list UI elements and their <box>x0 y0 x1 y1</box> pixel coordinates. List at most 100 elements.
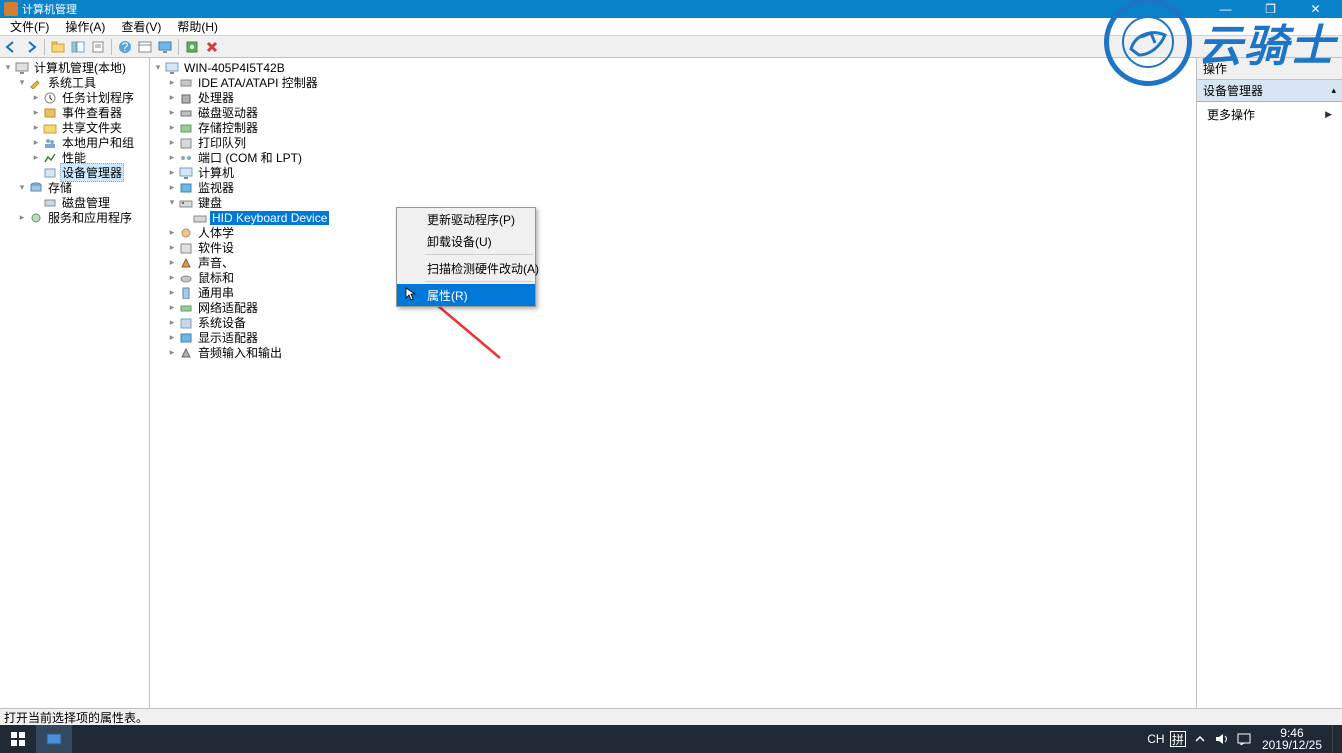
actions-more[interactable]: 更多操作 ▶ <box>1197 102 1342 127</box>
device-category[interactable]: ▸磁盘驱动器 <box>166 105 1194 120</box>
device-category[interactable]: ▸端口 (COM 和 LPT) <box>166 150 1194 165</box>
maximize-button[interactable]: ❐ <box>1248 0 1293 18</box>
expand-icon[interactable]: ▸ <box>30 152 42 163</box>
ctx-scan-hardware[interactable]: 扫描检测硬件改动(A) <box>397 257 535 279</box>
ctx-update-driver[interactable]: 更新驱动程序(P) <box>397 208 535 230</box>
device-category[interactable]: ▸监视器 <box>166 180 1194 195</box>
tray-clock[interactable]: 9:46 2019/12/25 <box>1258 727 1326 751</box>
expand-icon[interactable]: ▸ <box>166 182 178 193</box>
expand-icon[interactable]: ▸ <box>166 272 178 283</box>
actions-group-device-manager[interactable]: 设备管理器 ▴ <box>1197 80 1342 102</box>
expand-icon[interactable]: ▸ <box>30 137 42 148</box>
expand-icon[interactable]: ▸ <box>166 317 178 328</box>
expand-icon[interactable]: ▸ <box>166 347 178 358</box>
expand-icon[interactable]: ▸ <box>166 122 178 133</box>
help-button[interactable]: ? <box>116 38 134 56</box>
computer-icon <box>164 61 180 75</box>
collapse-icon[interactable]: ▾ <box>152 62 164 73</box>
expand-icon[interactable]: ▸ <box>16 212 28 223</box>
expand-icon[interactable]: ▸ <box>30 92 42 103</box>
expand-icon[interactable]: ▸ <box>166 77 178 88</box>
expand-icon[interactable]: ▸ <box>30 122 42 133</box>
tree-disk-management[interactable]: ▸磁盘管理 <box>30 195 147 210</box>
device-icon <box>178 76 194 90</box>
collapse-icon[interactable]: ▴ <box>1331 85 1336 96</box>
tree-local-users[interactable]: ▸本地用户和组 <box>30 135 147 150</box>
toolbar: ? <box>0 36 1342 58</box>
menu-view[interactable]: 查看(V) <box>113 16 169 37</box>
expand-icon[interactable]: ▸ <box>30 107 42 118</box>
collapse-icon[interactable]: ▾ <box>16 77 28 88</box>
refresh-button[interactable] <box>136 38 154 56</box>
menu-action[interactable]: 操作(A) <box>57 16 113 37</box>
menu-help[interactable]: 帮助(H) <box>169 16 226 37</box>
expand-icon[interactable]: ▸ <box>166 107 178 118</box>
forward-button[interactable] <box>22 38 40 56</box>
device-category[interactable]: ▸计算机 <box>166 165 1194 180</box>
device-category[interactable]: ▸通用串 <box>166 285 1194 300</box>
device-item-hid-keyboard[interactable]: ▸HID Keyboard Device <box>180 210 1194 225</box>
collapse-icon[interactable]: ▾ <box>16 182 28 193</box>
tree-event-viewer[interactable]: ▸事件查看器 <box>30 105 147 120</box>
expand-icon[interactable]: ▸ <box>166 257 178 268</box>
back-button[interactable] <box>2 38 20 56</box>
device-category[interactable]: ▾键盘 <box>166 195 1194 210</box>
tray-ime-lang[interactable]: CH <box>1148 731 1164 747</box>
taskbar-app[interactable] <box>36 725 72 753</box>
tree-storage[interactable]: ▾ 存储 <box>16 180 147 195</box>
device-category[interactable]: ▸存储控制器 <box>166 120 1194 135</box>
ctx-uninstall[interactable]: 卸载设备(U) <box>397 230 535 252</box>
tray-notifications-icon[interactable] <box>1236 731 1252 747</box>
device-category[interactable]: ▸系统设备 <box>166 315 1194 330</box>
menu-file[interactable]: 文件(F) <box>2 16 57 37</box>
close-button[interactable]: ✕ <box>1293 0 1338 18</box>
device-category[interactable]: ▸ 音频输入和输出 <box>166 345 1194 360</box>
minimize-button[interactable]: — <box>1203 0 1248 18</box>
device-category[interactable]: ▸打印队列 <box>166 135 1194 150</box>
tray-chevron-up-icon[interactable] <box>1192 731 1208 747</box>
device-category[interactable]: ▸鼠标和 <box>166 270 1194 285</box>
properties-button[interactable] <box>89 38 107 56</box>
collapse-icon[interactable]: ▾ <box>2 62 14 73</box>
device-category[interactable]: ▸网络适配器 <box>166 300 1194 315</box>
device-icon <box>178 151 194 165</box>
device-category[interactable]: ▸声音、 <box>166 255 1194 270</box>
device-root[interactable]: ▾ WIN-405P4I5T42B <box>152 60 1194 75</box>
tree-shared-folders[interactable]: ▸共享文件夹 <box>30 120 147 135</box>
delete-button[interactable] <box>203 38 221 56</box>
expand-icon[interactable]: ▸ <box>166 287 178 298</box>
device-category[interactable]: ▸处理器 <box>166 90 1194 105</box>
expand-icon[interactable]: ▸ <box>166 227 178 238</box>
tree-root-computer-management[interactable]: ▾ 计算机管理(本地) <box>2 60 147 75</box>
show-desktop-button[interactable] <box>1332 725 1338 753</box>
tree-device-manager[interactable]: ▸设备管理器 <box>30 165 147 180</box>
expand-icon[interactable]: ▸ <box>166 152 178 163</box>
expand-icon[interactable]: ▸ <box>166 302 178 313</box>
expand-icon[interactable]: ▸ <box>166 167 178 178</box>
expand-icon[interactable]: ▾ <box>166 197 178 208</box>
tree-services-apps[interactable]: ▸ 服务和应用程序 <box>16 210 147 225</box>
tree-label: 音频输入和输出 <box>196 344 284 361</box>
device-category[interactable]: ▸显示适配器 <box>166 330 1194 345</box>
ctx-properties[interactable]: 属性(R) <box>397 284 535 306</box>
device-button[interactable] <box>183 38 201 56</box>
tray-volume-icon[interactable] <box>1214 731 1230 747</box>
folder-share-icon <box>42 121 58 135</box>
status-bar: 打开当前选择项的属性表。 <box>0 708 1342 725</box>
monitor-button[interactable] <box>156 38 174 56</box>
expand-icon[interactable]: ▸ <box>166 242 178 253</box>
tree-task-scheduler[interactable]: ▸任务计划程序 <box>30 90 147 105</box>
device-icon <box>178 196 194 210</box>
expand-icon[interactable]: ▸ <box>166 332 178 343</box>
show-tree-button[interactable] <box>69 38 87 56</box>
device-icon <box>178 121 194 135</box>
tree-system-tools[interactable]: ▾ 系统工具 <box>16 75 147 90</box>
device-category[interactable]: ▸人体学 <box>166 225 1194 240</box>
tray-ime-mode[interactable]: 拼 <box>1170 731 1186 747</box>
folder-up-button[interactable] <box>49 38 67 56</box>
device-category[interactable]: ▸软件设 <box>166 240 1194 255</box>
device-category[interactable]: ▸IDE ATA/ATAPI 控制器 <box>166 75 1194 90</box>
expand-icon[interactable]: ▸ <box>166 92 178 103</box>
start-button[interactable] <box>0 725 36 753</box>
expand-icon[interactable]: ▸ <box>166 137 178 148</box>
